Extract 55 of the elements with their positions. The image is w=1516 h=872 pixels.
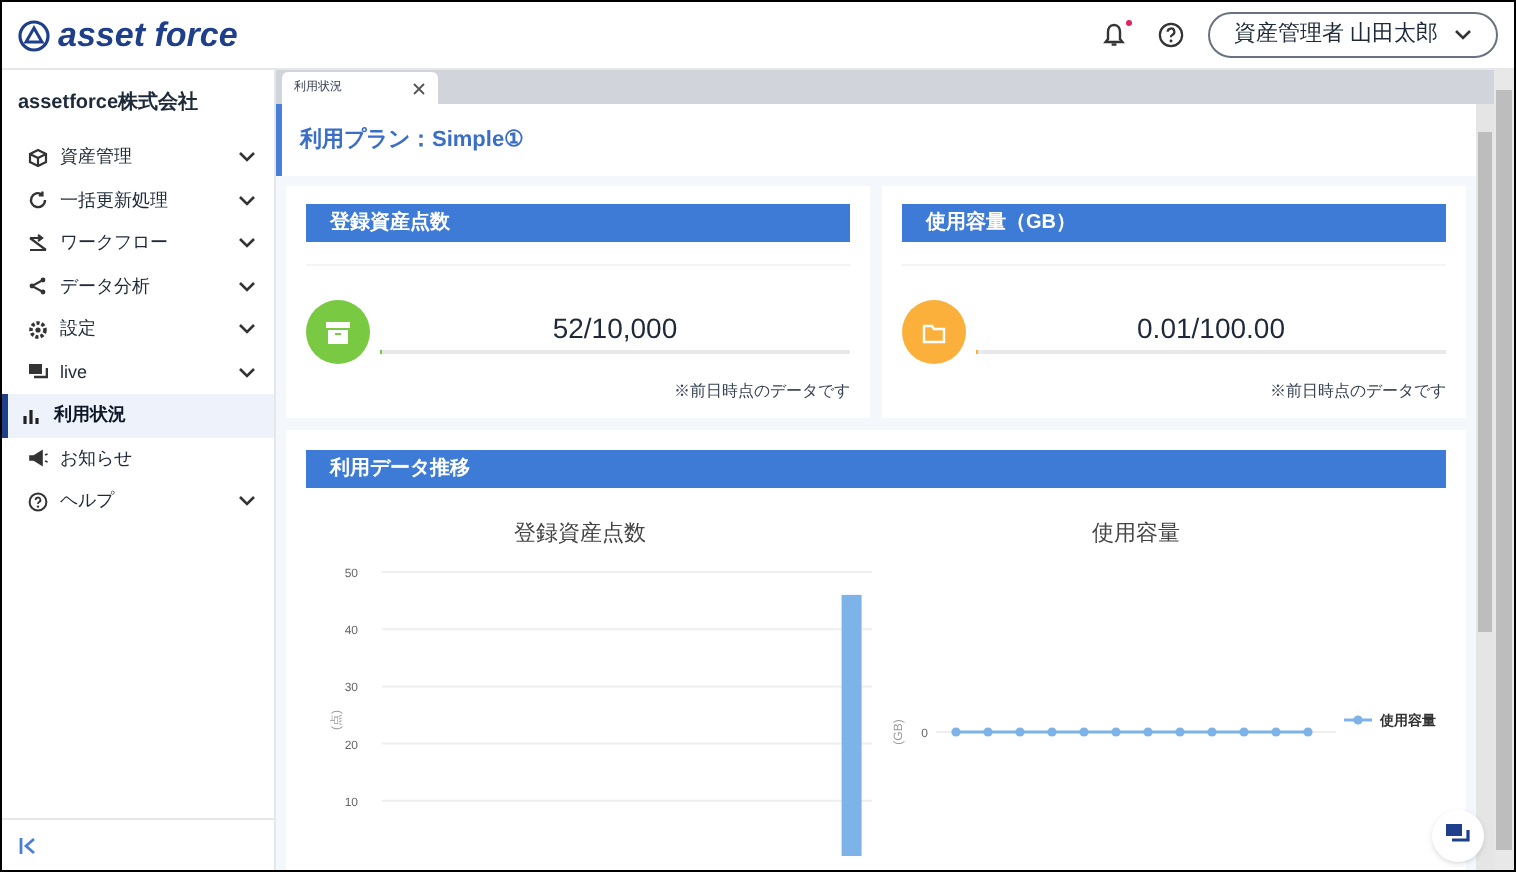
chart-point xyxy=(1239,727,1249,737)
chart-point xyxy=(1303,727,1313,737)
notification-bell-icon[interactable] xyxy=(1101,22,1126,48)
chart-point xyxy=(1015,727,1025,737)
sidebar-item[interactable]: ヘルプ xyxy=(2,480,274,523)
logo-icon xyxy=(18,19,50,51)
share-icon xyxy=(28,276,48,297)
sidebar-item[interactable]: live xyxy=(2,351,274,394)
section-header: 利用データ推移 xyxy=(306,450,1446,488)
company-name: assetforce株式会社 xyxy=(16,89,201,118)
chevron-down-icon xyxy=(1454,28,1472,42)
chart-point xyxy=(1047,727,1057,737)
chart-point xyxy=(1271,727,1281,737)
collapse-sidebar-icon[interactable] xyxy=(18,835,38,855)
sidebar-item[interactable]: 資産管理 xyxy=(2,136,274,179)
help-icon[interactable] xyxy=(1157,22,1184,48)
card-header: 登録資産点数 xyxy=(306,204,850,242)
plan-label: 利用プラン：Simple① xyxy=(276,104,1476,176)
usage-value: 0.01/100.00 xyxy=(1137,311,1285,343)
chart-point xyxy=(951,727,961,737)
cube-icon xyxy=(28,147,48,168)
sidebar-item[interactable]: ワークフロー xyxy=(2,222,274,265)
archive-box-icon xyxy=(326,321,350,343)
chart-point xyxy=(1079,727,1089,737)
bar-chart-icon xyxy=(22,405,42,426)
data-note: ※前日時点のデータです xyxy=(672,380,850,404)
chart-title: 使用容量 xyxy=(1092,522,1180,546)
chat-icon xyxy=(1446,824,1470,848)
close-icon[interactable] xyxy=(412,81,426,95)
sidebar-item[interactable]: データ分析 xyxy=(2,265,274,308)
chart-point xyxy=(1207,727,1217,737)
shuffle-icon xyxy=(28,233,48,254)
legend-icon xyxy=(1344,715,1372,725)
user-menu-button[interactable]: 資産管理者 山田太郎 xyxy=(1207,12,1498,58)
sidebar-item[interactable]: 利用状況 xyxy=(2,394,274,437)
megaphone-icon xyxy=(28,448,48,469)
sidebar-item[interactable]: 一括更新処理 xyxy=(2,179,274,222)
data-note: ※前日時点のデータです xyxy=(1268,380,1446,404)
chart-point xyxy=(1175,727,1185,737)
sidebar-item[interactable]: 設定 xyxy=(2,308,274,351)
chart-point xyxy=(1143,727,1153,737)
refresh-icon xyxy=(28,190,48,211)
folder-icon xyxy=(922,321,946,343)
chart-point xyxy=(983,727,993,737)
chat-icon xyxy=(28,362,48,383)
settings-icon xyxy=(28,319,48,340)
help-icon xyxy=(28,491,48,512)
usage-value: 52/10,000 xyxy=(552,311,678,343)
scrollbar[interactable] xyxy=(1476,104,1494,870)
scrollbar[interactable] xyxy=(1494,70,1514,870)
chart-point xyxy=(1111,727,1121,737)
chart-title: 登録資産点数 xyxy=(514,522,646,546)
sidebar-item[interactable]: お知らせ xyxy=(2,437,274,480)
card-header: 使用容量（GB） xyxy=(902,204,1446,242)
logo-text: asset force xyxy=(58,13,238,58)
